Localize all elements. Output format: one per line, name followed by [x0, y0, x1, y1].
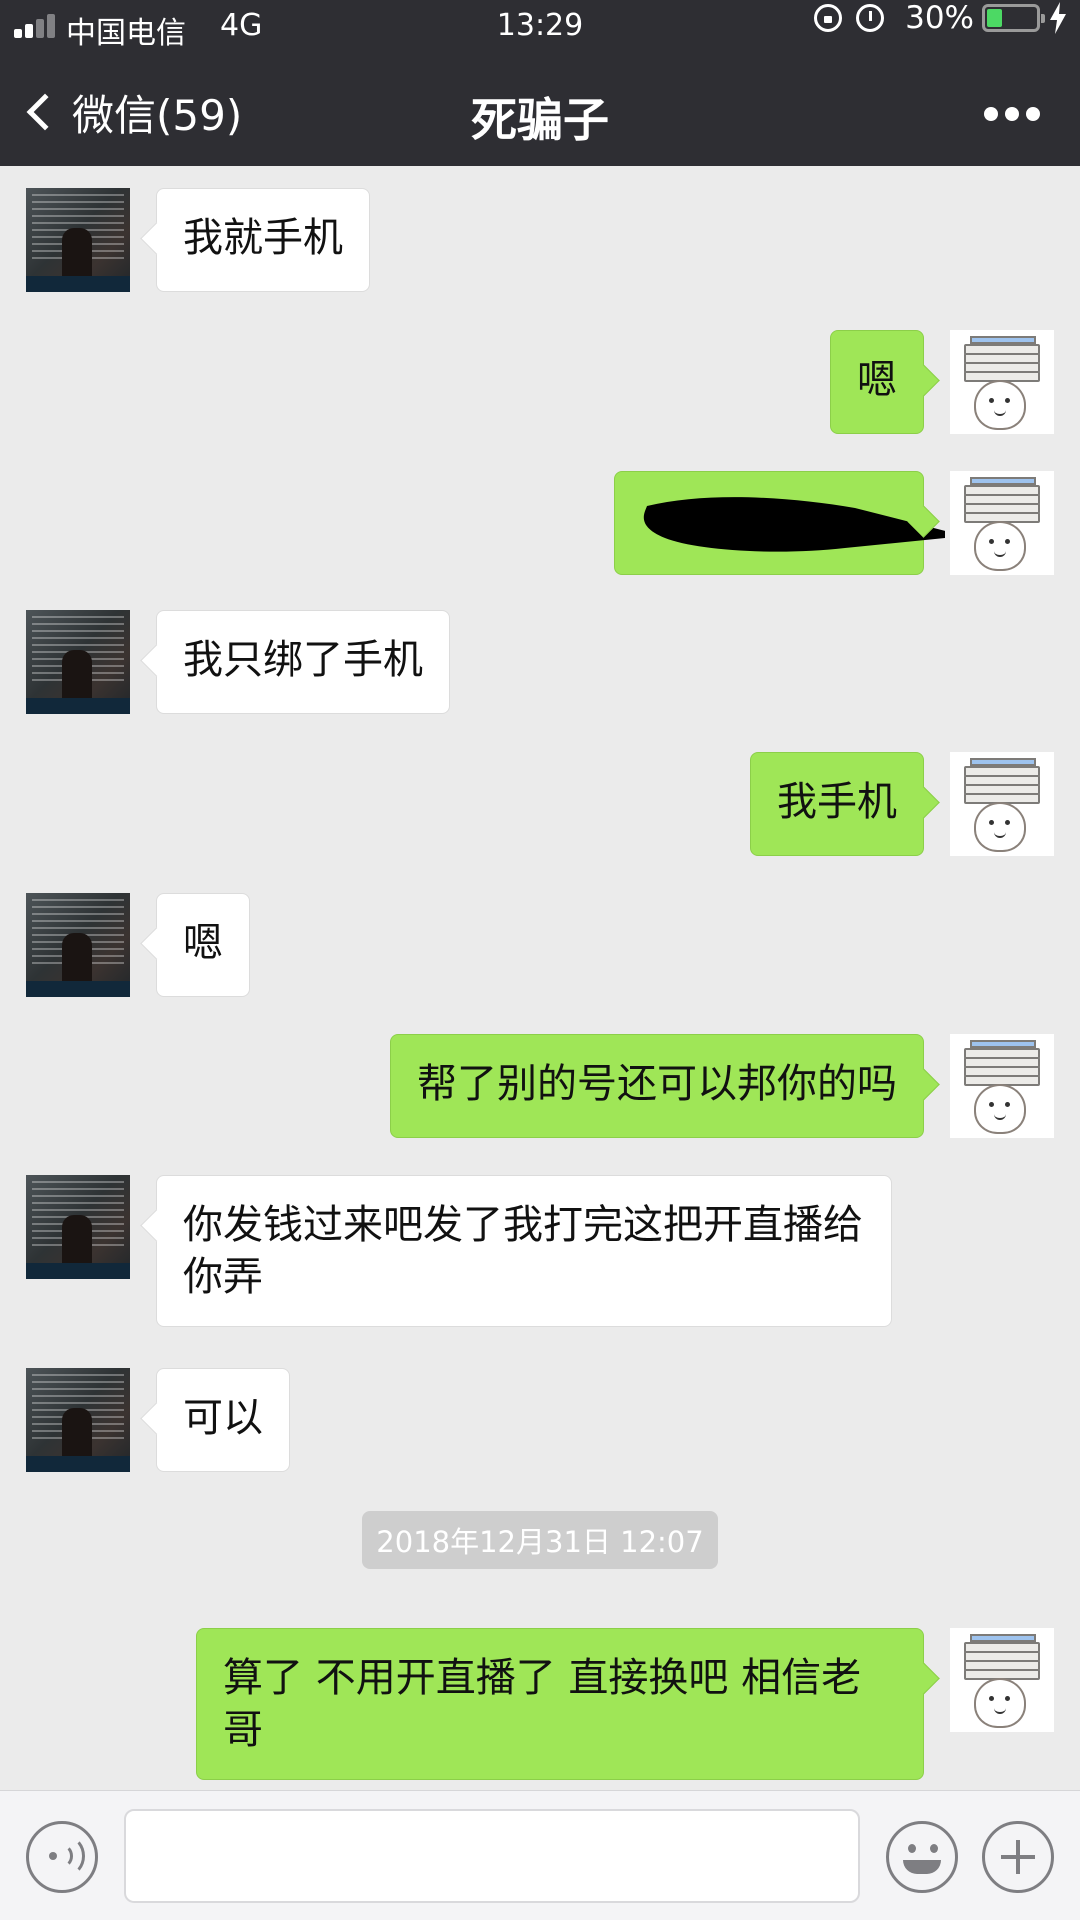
- input-bar: [0, 1790, 1080, 1920]
- message-input[interactable]: [124, 1809, 860, 1903]
- alarm-icon: [856, 4, 884, 32]
- plus-icon[interactable]: [982, 1821, 1054, 1893]
- message-text: 我只绑了手机: [183, 637, 423, 683]
- sent-message-bubble[interactable]: 帮了别的号还可以邦你的吗: [390, 1034, 924, 1138]
- more-icon-dot: [1026, 107, 1040, 121]
- contact-avatar[interactable]: [26, 188, 130, 292]
- more-button[interactable]: [984, 102, 1040, 126]
- contact-avatar[interactable]: [26, 893, 130, 997]
- received-message-bubble[interactable]: 我就手机: [156, 188, 370, 292]
- message-text: 嗯: [857, 357, 897, 403]
- sent-message-bubble[interactable]: 嗯: [830, 330, 924, 434]
- battery-level: [987, 9, 1002, 27]
- my-avatar[interactable]: [950, 471, 1054, 575]
- status-bar: 中国电信 4G 13:29 30%: [0, 0, 1080, 54]
- received-message-bubble[interactable]: 你发钱过来吧发了我打完这把开直播给你弄: [156, 1175, 892, 1327]
- message-text: 算了 不用开直播了 直接换吧 相信老哥: [223, 1655, 862, 1753]
- received-message-bubble[interactable]: 我只绑了手机: [156, 610, 450, 714]
- contact-avatar[interactable]: [26, 610, 130, 714]
- battery-icon: [982, 4, 1045, 32]
- timestamp-label: 2018年12月31日 12:07: [362, 1511, 718, 1569]
- contact-avatar[interactable]: [26, 1368, 130, 1472]
- header: 中国电信 4G 13:29 30% 微信(59) 死骗子: [0, 0, 1080, 166]
- nav-bar: 微信(59) 死骗子: [0, 54, 1080, 166]
- chat-title: 死骗子: [471, 93, 609, 147]
- my-avatar[interactable]: [950, 330, 1054, 434]
- message-text: 你发钱过来吧发了我打完这把开直播给你弄: [183, 1202, 863, 1300]
- timestamp: 2018年12月31日 12:07: [0, 1511, 1080, 1569]
- received-message-bubble[interactable]: 嗯: [156, 893, 250, 997]
- voice-icon[interactable]: [26, 1821, 98, 1893]
- more-icon-dot: [984, 107, 998, 121]
- my-avatar[interactable]: [950, 1628, 1054, 1732]
- battery-percent: 30%: [905, 0, 974, 36]
- message-text: 嗯: [183, 920, 223, 966]
- sent-message-bubble[interactable]: 算了 不用开直播了 直接换吧 相信老哥: [196, 1628, 924, 1780]
- my-avatar[interactable]: [950, 752, 1054, 856]
- charging-icon: [1050, 2, 1066, 34]
- sent-message-bubble[interactable]: 我手机: [750, 752, 924, 856]
- received-message-bubble[interactable]: 可以: [156, 1368, 290, 1472]
- redaction-scribble: [643, 497, 945, 552]
- message-text: 可以: [183, 1395, 263, 1441]
- message-text: 我手机: [777, 779, 897, 825]
- contact-avatar[interactable]: [26, 1175, 130, 1279]
- sent-message-bubble[interactable]: [614, 471, 945, 575]
- message-list[interactable]: 我就手机嗯我只绑了手机 我手机嗯帮了别的号还可以邦你的吗 你发钱过来吧发了我打完这把…: [0, 166, 1080, 1790]
- my-avatar[interactable]: [950, 1034, 1054, 1138]
- emoji-icon[interactable]: [886, 1821, 958, 1893]
- message-text: 帮了别的号还可以邦你的吗: [417, 1061, 897, 1107]
- message-text: 我就手机: [183, 215, 343, 261]
- orientation-lock-icon: [814, 4, 842, 32]
- more-icon-dot: [1005, 107, 1019, 121]
